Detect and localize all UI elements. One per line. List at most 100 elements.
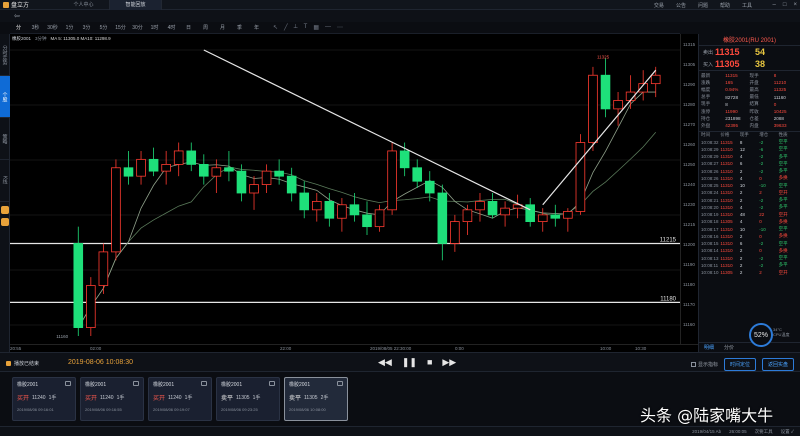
tick-cell: 10:08:24 xyxy=(701,190,719,196)
card-action: 卖平 xyxy=(221,396,234,402)
tick-row[interactable]: 10:08:13 11310 2 -2 空平 xyxy=(699,255,800,262)
candle-body-22 xyxy=(349,204,360,216)
tick-row[interactable]: 10:08:15 11310 6 -2 空平 xyxy=(699,240,800,247)
period-11[interactable]: 周 xyxy=(197,24,214,31)
maximize-icon[interactable]: □ xyxy=(783,2,787,8)
minimize-icon[interactable]: – xyxy=(773,2,776,8)
period-8[interactable]: 1时 xyxy=(146,24,163,31)
rail-item-1[interactable]: 个股 xyxy=(0,76,10,118)
tick-row[interactable]: 10:08:29 11310 12 -6 空平 xyxy=(699,146,800,153)
side-tab-price[interactable]: 分价 xyxy=(719,343,739,352)
period-12[interactable]: 月 xyxy=(214,24,231,31)
tick-row[interactable]: 10:08:26 11310 4 0 多换 xyxy=(699,175,800,182)
trade-card-0[interactable]: 橡胶2001 买开 11240 1手 2019/08/06 09:16:01 xyxy=(12,377,76,421)
period-1[interactable]: 3秒 xyxy=(27,24,44,31)
period-13[interactable]: 季 xyxy=(231,24,248,31)
tick-row[interactable]: 10:08:26 11310 2 -2 多平 xyxy=(699,168,800,175)
period-14[interactable]: 年 xyxy=(248,24,265,31)
show-indicator-checkbox[interactable]: 显示指标 xyxy=(690,361,718,368)
tick-row[interactable]: 10:08:25 11310 10 -10 空平 xyxy=(699,182,800,189)
comment-icon[interactable] xyxy=(65,381,71,386)
tick-row[interactable]: 10:08:20 11310 4 -2 多平 xyxy=(699,204,800,211)
tick-row[interactable]: 10:08:19 11310 48 22 空开 xyxy=(699,211,800,218)
fast-forward-icon[interactable]: ▶▶ xyxy=(442,357,456,368)
tick-row[interactable]: 10:08:18 11305 4 0 多换 xyxy=(699,218,800,225)
comment-icon[interactable] xyxy=(269,381,275,386)
trade-card-2[interactable]: 橡胶2001 买开 11240 1手 2019/08/06 09:19:07 xyxy=(148,377,212,421)
comment-icon[interactable] xyxy=(133,381,139,386)
line-icon[interactable]: ╱ xyxy=(284,24,288,31)
period-9[interactable]: 4时 xyxy=(163,24,180,31)
period-7[interactable]: 30分 xyxy=(129,24,146,31)
tick-row[interactable]: 10:08:11 11310 2 -2 多平 xyxy=(699,262,800,269)
rail-item-0[interactable]: 分时走势 xyxy=(0,34,10,76)
rail-item-3[interactable]: K线 xyxy=(0,160,10,202)
ruler-icon[interactable]: ⟂ xyxy=(294,24,298,31)
cursor-icon[interactable]: ↖ xyxy=(273,24,278,31)
tick-cell: -2 xyxy=(759,154,764,160)
stop-icon[interactable]: ■ xyxy=(427,357,432,368)
menu-item-notice[interactable]: 公告 xyxy=(676,2,686,9)
status-item-2[interactable]: 次要工具 xyxy=(755,429,773,435)
period-3[interactable]: 1分 xyxy=(61,24,78,31)
card-qty: 1手 xyxy=(184,395,193,401)
tab-personal-center[interactable]: 个人中心 xyxy=(58,0,110,10)
comment-icon[interactable] xyxy=(201,381,207,386)
tick-row[interactable]: 10:08:24 11310 2 2 空开 xyxy=(699,189,800,196)
trade-card-3[interactable]: 橡胶2001 卖平 11305 1手 2019/08/06 09:23:25 xyxy=(216,377,280,421)
back-arrow-icon[interactable]: ⇦ xyxy=(14,12,20,20)
period-2[interactable]: 30秒 xyxy=(44,24,61,31)
tick-cell: 10:08:29 xyxy=(701,154,719,160)
text-icon[interactable]: T xyxy=(304,24,308,31)
tick-row[interactable]: 10:08:21 11310 2 -2 多平 xyxy=(699,197,800,204)
tab-smart-replay[interactable]: 智能回放 xyxy=(110,0,162,10)
menu-item-tools[interactable]: 工具 xyxy=(742,2,752,9)
close-icon[interactable]: × xyxy=(793,2,797,8)
candle-body-6 xyxy=(148,158,159,172)
tick-cell: -2 xyxy=(759,255,764,261)
y-tick-3: 11280 xyxy=(683,102,696,107)
card-time: 2019/08/06 09:16:55 xyxy=(85,407,122,412)
pause-icon[interactable]: ❚❚ xyxy=(402,357,417,368)
tick-cell: 10 xyxy=(739,226,745,232)
period-4[interactable]: 3分 xyxy=(78,24,95,31)
high-annotation: 11325 xyxy=(597,54,610,59)
tick-cell: 0 xyxy=(759,233,762,239)
rewind-icon[interactable]: ◀◀ xyxy=(378,357,392,368)
menu-item-help[interactable]: 帮助 xyxy=(720,2,730,9)
menu-item-question[interactable]: 问题 xyxy=(698,2,708,9)
ticks-list[interactable]: 10:08:32 11315 8 -2 空平 10:08:29 11310 12 -6 空平 10:… xyxy=(699,139,800,277)
comment-icon[interactable] xyxy=(337,381,343,386)
trade-card-4[interactable]: 橡胶2001 卖平 11305 2手 2019/08/06 10:08:00 xyxy=(284,377,348,421)
stat-value: 39633 xyxy=(773,123,787,129)
tick-row[interactable]: 10:08:10 11305 2 2 空开 xyxy=(699,269,800,276)
candlestick-chart[interactable]: 11215 11180 11160 11325 xyxy=(10,34,680,344)
period-5[interactable]: 5分 xyxy=(95,24,112,31)
time-locate-button[interactable]: 时间定位 xyxy=(723,358,756,371)
tick-cell: 0 xyxy=(759,248,762,254)
period-0[interactable]: 分 xyxy=(10,24,27,31)
tick-row[interactable]: 10:08:17 11310 10 -10 空平 xyxy=(699,226,800,233)
stat-label: 现手 xyxy=(701,101,711,107)
period-6[interactable]: 15分 xyxy=(112,24,129,31)
hline-icon[interactable]: — xyxy=(325,24,331,31)
tick-row[interactable]: 10:08:32 11315 8 -2 空平 xyxy=(699,139,800,146)
tick-row[interactable]: 10:08:14 11310 2 0 多换 xyxy=(699,247,800,254)
tick-row[interactable]: 10:08:27 11310 6 -2 空平 xyxy=(699,160,800,167)
stat-label: 仓差 xyxy=(749,115,759,121)
rail-layout-icon[interactable] xyxy=(1,218,9,226)
rail-item-2[interactable]: 策略 xyxy=(0,118,10,160)
menu-item-trade[interactable]: 交易 xyxy=(654,2,664,9)
trade-card-1[interactable]: 橡胶2001 买开 11240 1手 2019/08/06 09:16:55 xyxy=(80,377,144,421)
status-item-3[interactable]: 设置 ✓ xyxy=(781,429,794,435)
more-icon[interactable]: ⋯ xyxy=(337,24,343,31)
tick-cell: 11310 xyxy=(720,262,733,268)
tick-row[interactable]: 10:08:16 11310 2 0 多换 xyxy=(699,233,800,240)
rail-settings-icon[interactable] xyxy=(1,206,9,214)
period-10[interactable]: 日 xyxy=(180,24,197,31)
status-item-0: 2019/04/15 Ab xyxy=(692,429,722,434)
grid-icon[interactable]: ▦ xyxy=(313,24,319,31)
return-live-button[interactable]: 返回实盘 xyxy=(761,358,794,371)
side-tab-detail[interactable]: 明细 xyxy=(699,343,719,352)
tick-row[interactable]: 10:08:29 11310 4 -2 多平 xyxy=(699,153,800,160)
